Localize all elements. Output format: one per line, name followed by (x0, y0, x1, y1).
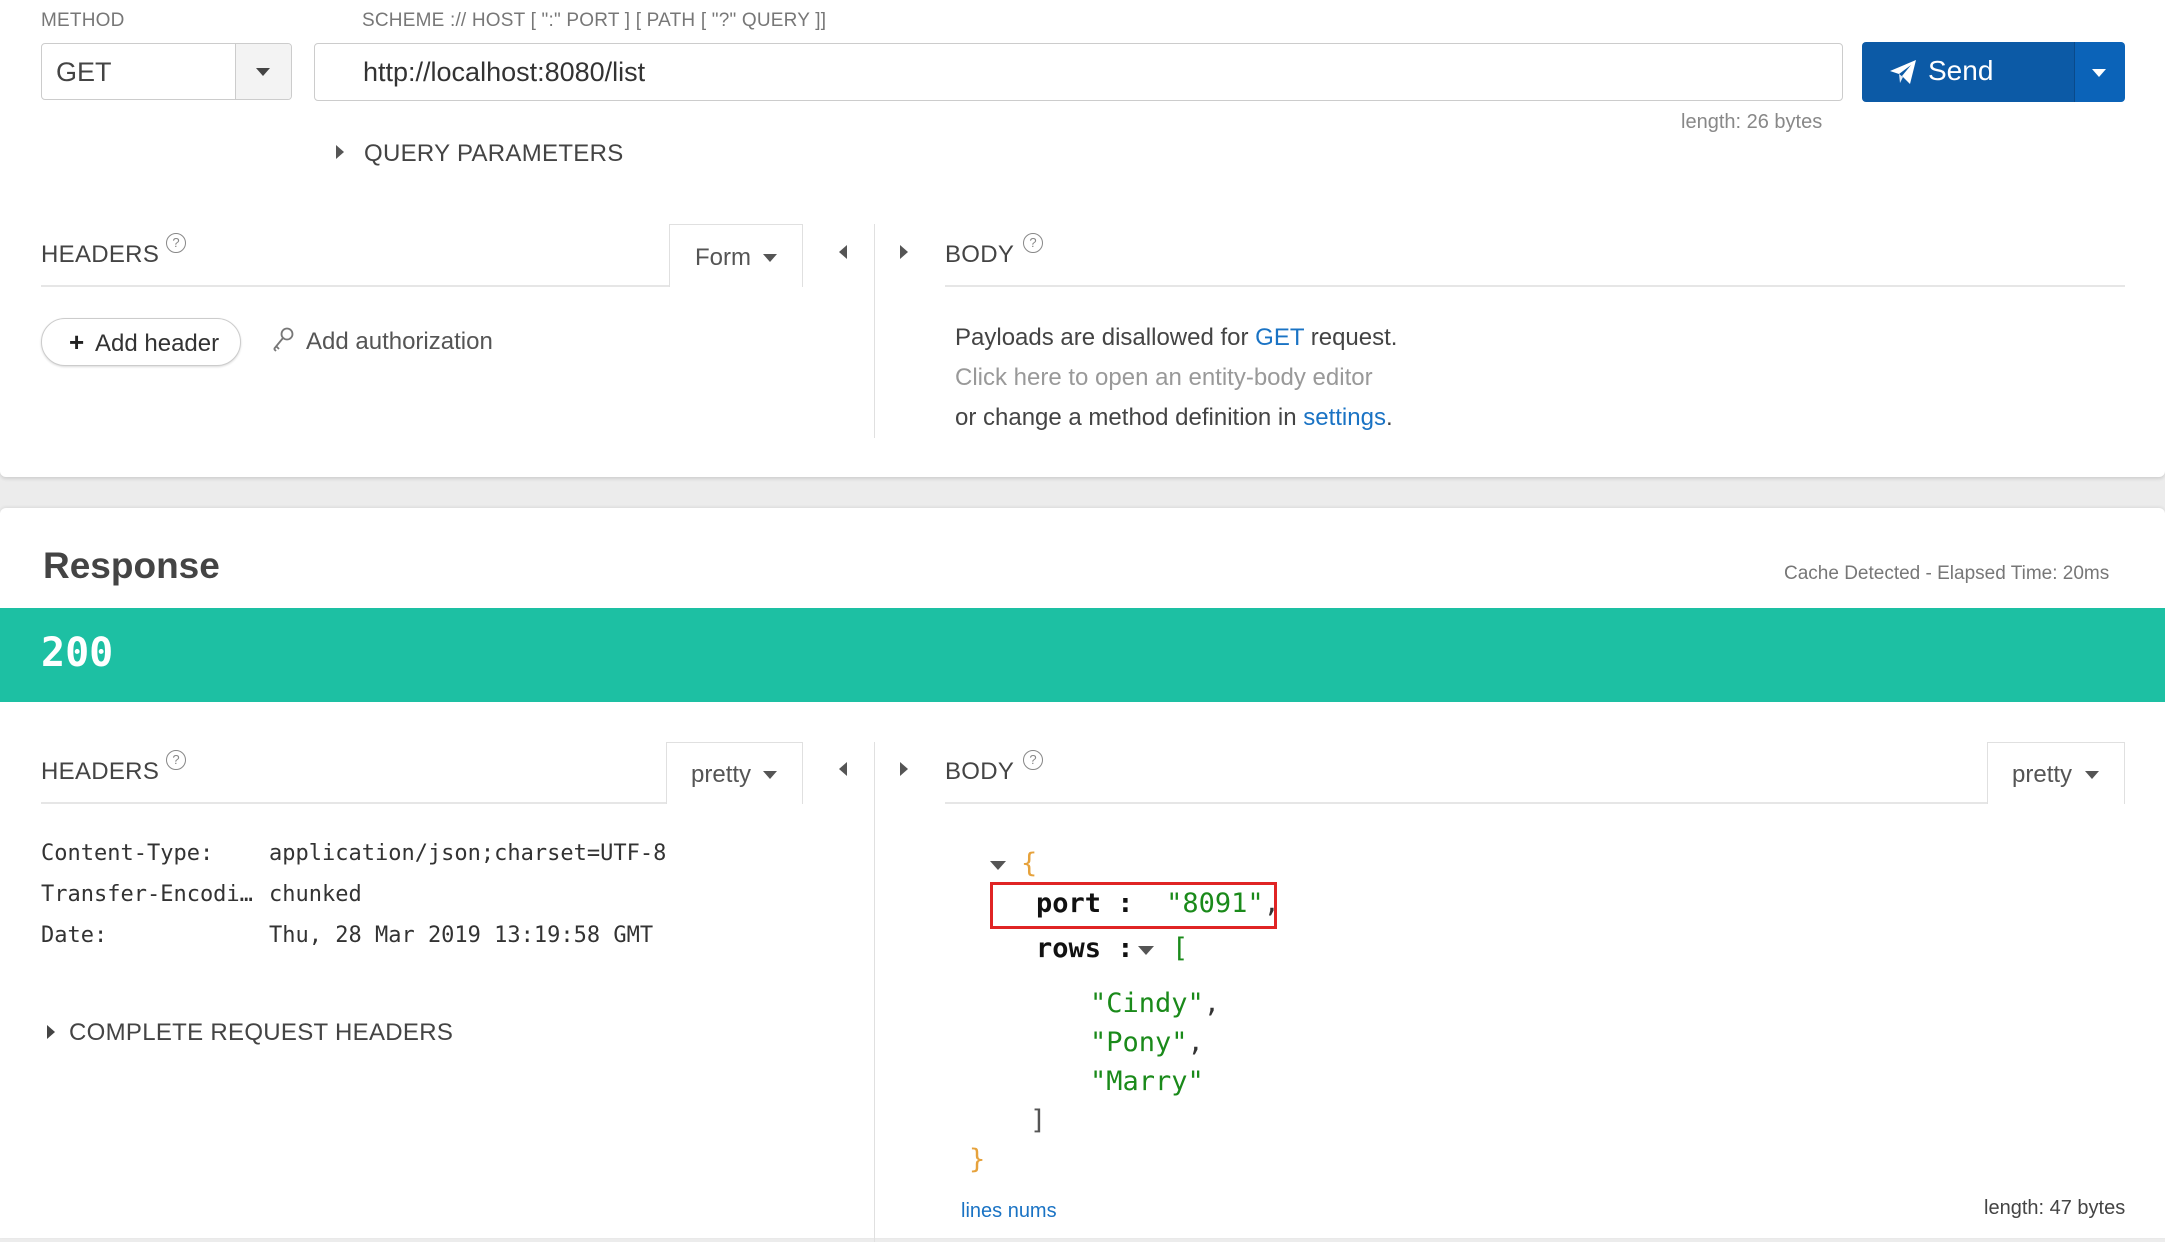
query-parameters-label: QUERY PARAMETERS (364, 140, 624, 167)
collapse-array-icon[interactable] (1138, 946, 1154, 955)
url-input[interactable]: http://localhost:8080/list (314, 43, 1843, 101)
chevron-down-icon (2092, 69, 2106, 77)
change-method-suffix: . (1385, 404, 1393, 431)
help-icon[interactable]: ? (1023, 750, 1043, 770)
request-body-title: BODY (945, 241, 1015, 268)
help-icon[interactable]: ? (166, 750, 186, 770)
json-value-port: "8091" (1166, 888, 1264, 919)
json-array-item: "Marry" (1090, 1066, 1204, 1097)
send-button-group: Send (1862, 42, 2125, 102)
chevron-down-icon (256, 68, 270, 76)
lines-nums-toggle[interactable]: lines nums (961, 1200, 1057, 1223)
add-authorization-link[interactable]: Add authorization (271, 326, 501, 356)
url-length: length: 26 bytes (1681, 111, 1823, 133)
request-panel: METHOD SCHEME :// HOST [ ":" PORT ] [ PA… (0, 0, 2165, 477)
caret-right-icon (336, 145, 344, 159)
collapse-left-icon[interactable] (839, 245, 847, 259)
status-code: 200 (41, 630, 114, 676)
response-headers-title: HEADERS (41, 758, 160, 785)
divider (945, 802, 2125, 804)
payload-text-prefix: Payloads are disallowed for (955, 324, 1256, 351)
headers-mode-select[interactable]: Form (669, 224, 803, 287)
cache-info: Cache Detected - Elapsed Time: 20ms (1784, 563, 2110, 584)
plus-icon: + (69, 327, 85, 357)
settings-link[interactable]: settings (1303, 404, 1386, 431)
response-body-mode-value: pretty (2012, 761, 2073, 788)
method-value: GET (56, 57, 112, 87)
request-headers-title: HEADERS (41, 241, 160, 268)
send-options-toggle[interactable] (2074, 42, 2125, 102)
json-key-port: port (1036, 888, 1102, 919)
header-name: Transfer-Encodi… (41, 882, 253, 907)
complete-request-headers-label: COMPLETE REQUEST HEADERS (69, 1019, 454, 1046)
json-array-item: "Pony", (1090, 1027, 1204, 1058)
change-method-prefix: or change a method definition in (955, 404, 1304, 431)
add-header-button[interactable]: + Add header (41, 318, 241, 366)
send-button[interactable]: Send (1862, 42, 2075, 102)
header-value: application/json;charset=UTF-8 (269, 841, 667, 866)
response-title: Response (43, 545, 220, 586)
json-close-bracket: ] (1030, 1105, 1047, 1136)
panel-divider (874, 224, 875, 438)
send-label: Send (1928, 55, 1994, 86)
json-array-item: "Cindy", (1090, 988, 1221, 1019)
expand-right-icon[interactable] (900, 245, 908, 259)
panel-divider (874, 742, 875, 1242)
collapse-left-icon[interactable] (839, 762, 847, 776)
header-value: Thu, 28 Mar 2019 13:19:58 GMT (269, 923, 654, 948)
response-headers-mode-select[interactable]: pretty (666, 742, 803, 804)
response-panel: Response Cache Detected - Elapsed Time: … (0, 508, 2165, 1242)
open-entity-body-editor-link[interactable]: Click here to open an entity-body editor (955, 364, 1373, 392)
add-header-label: Add header (95, 330, 220, 357)
url-format-label: SCHEME :// HOST [ ":" PORT ] [ PATH [ "?… (362, 10, 827, 31)
help-icon[interactable]: ? (166, 233, 186, 253)
response-headers-mode-value: pretty (691, 761, 752, 788)
header-name: Content-Type: (41, 841, 214, 866)
json-rows-line: rows : (1036, 933, 1134, 964)
headers-mode-value: Form (695, 244, 751, 271)
query-parameters-toggle[interactable]: QUERY PARAMETERS (336, 140, 636, 167)
url-value: http://localhost:8080/list (363, 57, 646, 87)
payload-text-suffix: request. (1304, 324, 1398, 351)
add-authorization-label: Add authorization (306, 328, 493, 355)
status-bar: 200 (0, 608, 2165, 702)
divider (945, 285, 2125, 287)
collapse-object-icon[interactable] (990, 861, 1006, 870)
response-length: length: 47 bytes (1984, 1197, 2126, 1219)
expand-right-icon[interactable] (900, 762, 908, 776)
payload-disallowed-text: Payloads are disallowed for GET request. (955, 324, 1397, 352)
json-port-line: port : "8091", (1036, 888, 1280, 919)
caret-right-icon (47, 1025, 55, 1039)
complete-request-headers-toggle[interactable]: COMPLETE REQUEST HEADERS (47, 1019, 467, 1047)
chevron-down-icon (2085, 771, 2099, 779)
json-close-brace: } (969, 1144, 986, 1175)
header-value: chunked (269, 882, 362, 907)
method-dropdown-toggle[interactable] (235, 44, 291, 99)
help-icon[interactable]: ? (1023, 233, 1043, 253)
json-open-brace: { (1021, 848, 1038, 879)
key-icon (273, 327, 294, 352)
payload-text-method: GET (1255, 324, 1305, 351)
response-body-mode-select[interactable]: pretty (1987, 742, 2125, 804)
json-key-rows: rows (1036, 933, 1102, 964)
json-open-bracket: [ (1172, 933, 1189, 964)
change-method-text: or change a method definition in setting… (955, 404, 1393, 432)
method-label: METHOD (41, 10, 125, 31)
paper-plane-icon (1890, 60, 1916, 84)
method-select[interactable]: GET (41, 43, 292, 100)
response-body-title: BODY (945, 758, 1015, 785)
chevron-down-icon (763, 771, 777, 779)
chevron-down-icon (763, 254, 777, 262)
header-name: Date: (41, 923, 108, 948)
